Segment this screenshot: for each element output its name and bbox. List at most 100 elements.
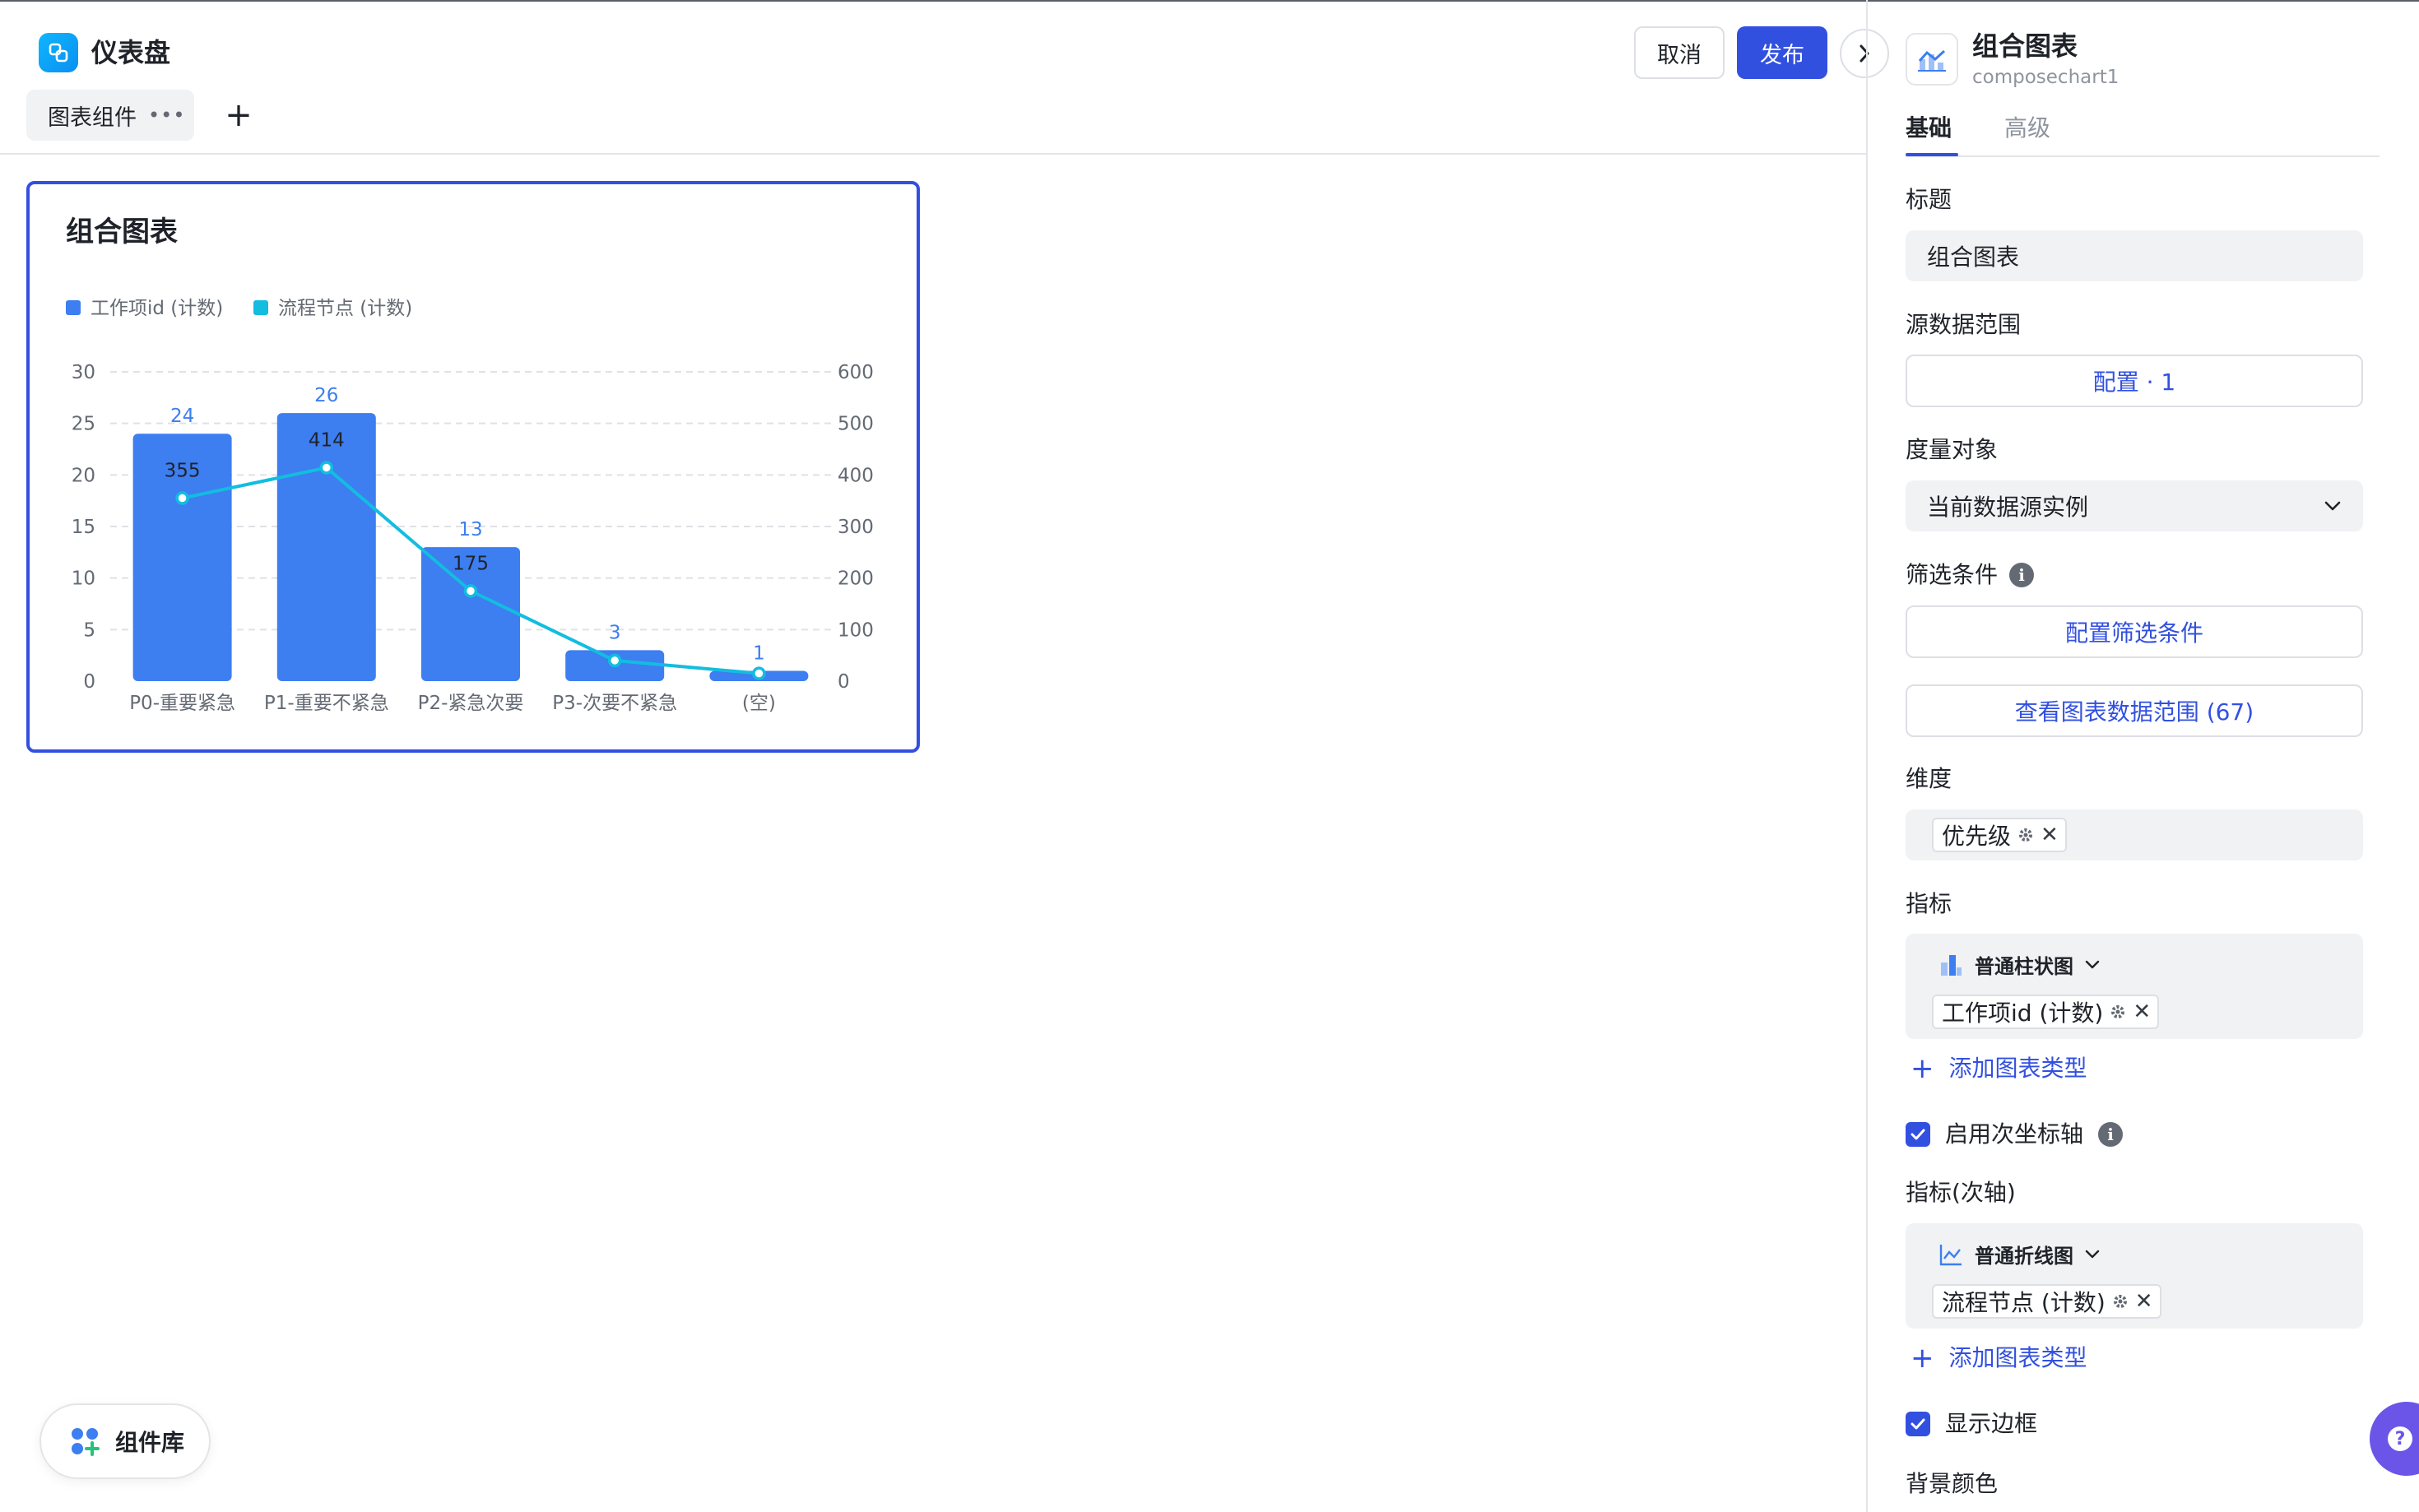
bar <box>276 413 376 681</box>
x-tick-label: P3-次要不紧急 <box>552 693 677 714</box>
secondary-metric-label: 指标(次轴) <box>1906 1179 2016 1206</box>
y-right-tick-label: 200 <box>838 568 874 590</box>
metric-box: 普通柱状图 工作项id (计数) ✕ <box>1906 934 2363 1039</box>
y-right-tick-label: 600 <box>838 362 874 383</box>
y-left-tick-label: 5 <box>83 619 95 641</box>
y-left-tick-label: 15 <box>72 517 95 538</box>
bar-data-label: 26 <box>314 385 338 406</box>
close-icon[interactable]: ✕ <box>2135 1289 2153 1314</box>
add-chart-type-label: 添加图表类型 <box>1948 1055 2087 1082</box>
show-border-row[interactable]: 显示边框 <box>1906 1409 2037 1439</box>
gear-icon[interactable] <box>2017 827 2034 843</box>
dimension-tag-label: 优先级 <box>1942 823 2012 850</box>
x-tick-label: (空) <box>742 693 776 714</box>
secondary-axis-row[interactable]: 启用次坐标轴 i <box>1906 1120 2124 1149</box>
dimension-field[interactable]: 优先级 ✕ <box>1906 809 2363 860</box>
metric-type-select[interactable]: 普通柱状图 <box>1938 950 2100 979</box>
legend-label: 流程节点 (计数) <box>278 298 412 319</box>
secondary-axis-checkbox[interactable] <box>1906 1122 1930 1147</box>
panel-subtitle: composechart1 <box>1972 67 2120 88</box>
gear-icon[interactable] <box>2110 1004 2126 1020</box>
tab-divider <box>1906 155 2380 157</box>
chart-card[interactable]: 组合图表 工作项id (计数) 流程节点 (计数) 0 5 10 15 20 25 30 0 100… <box>26 181 920 753</box>
line-point <box>607 653 622 668</box>
component-library-button[interactable]: 组件库 <box>39 1403 211 1479</box>
secondary-metric-tag[interactable]: 流程节点 (计数) ✕ <box>1932 1284 2161 1319</box>
title-input[interactable]: 组合图表 <box>1906 230 2363 281</box>
filter-label: 筛选条件 <box>1906 561 1999 588</box>
show-border-checkbox[interactable] <box>1906 1412 1930 1436</box>
bar-chart-icon <box>1941 954 1962 976</box>
add-tab-button[interactable]: + <box>222 92 255 138</box>
chevron-right-icon <box>1860 44 1869 63</box>
close-icon[interactable]: ✕ <box>2041 823 2059 847</box>
close-icon[interactable]: ✕ <box>2133 999 2151 1024</box>
x-tick-label: P1-重要不紧急 <box>264 693 389 714</box>
tab-label: 图表组件 <box>48 104 137 131</box>
secondary-metric-type-select[interactable]: 普通折线图 <box>1938 1240 2100 1269</box>
metric-tag-wrap: 工作项id (计数) ✕ <box>1932 995 2160 1029</box>
line-point <box>463 584 478 598</box>
y-left-tick-label: 30 <box>72 362 95 383</box>
help-button[interactable]: ? <box>2370 1402 2419 1476</box>
info-icon[interactable]: i <box>2098 1122 2124 1147</box>
dimension-tag[interactable]: 优先级 ✕ <box>1932 818 2067 852</box>
plus-icon: + <box>1911 1052 1934 1085</box>
tab-advanced[interactable]: 高级 <box>2004 114 2050 143</box>
y-left-tick-label: 20 <box>72 465 95 486</box>
add-chart-type-link-2[interactable]: + 添加图表类型 <box>1911 1343 2087 1373</box>
bar-data-label: 1 <box>753 642 765 664</box>
add-chart-type-link[interactable]: + 添加图表类型 <box>1911 1054 2087 1083</box>
info-icon[interactable]: i <box>2009 563 2035 587</box>
add-chart-type-label-2: 添加图表类型 <box>1948 1344 2087 1371</box>
line-data-label: 175 <box>453 553 489 574</box>
chevron-down-icon <box>2085 1250 2100 1258</box>
y-right-tick-label: 0 <box>838 671 850 693</box>
legend-swatch <box>66 300 81 315</box>
y-left-tick-label: 10 <box>72 568 95 590</box>
source-config-button[interactable]: 配置 · 1 <box>1906 355 2363 407</box>
tab-chart-components[interactable]: 图表组件 ••• <box>26 90 194 141</box>
top-edge <box>0 0 2419 2</box>
plus-icon: + <box>1911 1342 1934 1375</box>
y-right-tick-label: 100 <box>838 619 874 641</box>
bar-data-label: 3 <box>609 622 621 643</box>
chevron-down-icon <box>2085 960 2100 968</box>
help-icon: ? <box>2388 1426 2412 1451</box>
combo-chart-icon <box>1906 33 1958 86</box>
line-point <box>319 461 334 475</box>
check-icon <box>1911 1418 1925 1430</box>
metric-tag[interactable]: 工作项id (计数) ✕ <box>1932 995 2160 1029</box>
secondary-metric-tag-wrap: 流程节点 (计数) ✕ <box>1932 1284 2161 1319</box>
secondary-metric-type-label: 普通折线图 <box>1975 1245 2073 1268</box>
combo-chart: 工作项id (计数) 流程节点 (计数)051015202530010020030… <box>66 298 874 714</box>
x-tick-label: P2-紧急次要 <box>418 693 524 714</box>
cancel-button[interactable]: 取消 <box>1634 26 1725 79</box>
metric-label: 指标 <box>1906 890 1952 917</box>
secondary-axis-label: 启用次坐标轴 <box>1945 1120 2084 1148</box>
collapse-panel-button[interactable] <box>1840 29 1889 78</box>
show-border-label: 显示边框 <box>1945 1410 2038 1437</box>
secondary-metric-tag-label: 流程节点 (计数) <box>1942 1289 2106 1316</box>
page-title: 仪表盘 <box>91 37 171 68</box>
dimension-label: 维度 <box>1906 765 1952 792</box>
filter-label-row: 筛选条件 i <box>1906 560 2035 590</box>
publish-button[interactable]: 发布 <box>1737 26 1827 79</box>
more-icon[interactable]: ••• <box>148 104 185 127</box>
line-point <box>175 491 189 505</box>
background-color-label: 背景颜色 <box>1906 1470 1999 1497</box>
check-icon <box>1911 1129 1925 1140</box>
bar-data-label: 13 <box>458 519 482 540</box>
component-library-label: 组件库 <box>115 1429 185 1456</box>
gear-icon[interactable] <box>2112 1293 2129 1310</box>
tab-basic[interactable]: 基础 <box>1906 114 1952 143</box>
y-right-tick-label: 300 <box>838 517 874 538</box>
filter-config-button[interactable]: 配置筛选条件 <box>1906 605 2363 658</box>
line-data-label: 414 <box>309 430 345 452</box>
metric-tag-label: 工作项id (计数) <box>1942 999 2104 1027</box>
dashboard-logo-icon <box>39 33 78 72</box>
measure-select[interactable]: 当前数据源实例 <box>1906 480 2363 531</box>
y-right-tick-label: 400 <box>838 465 874 486</box>
view-data-range-button[interactable]: 查看图表数据范围 (67) <box>1906 684 2363 737</box>
metric-type-label: 普通柱状图 <box>1975 955 2073 978</box>
